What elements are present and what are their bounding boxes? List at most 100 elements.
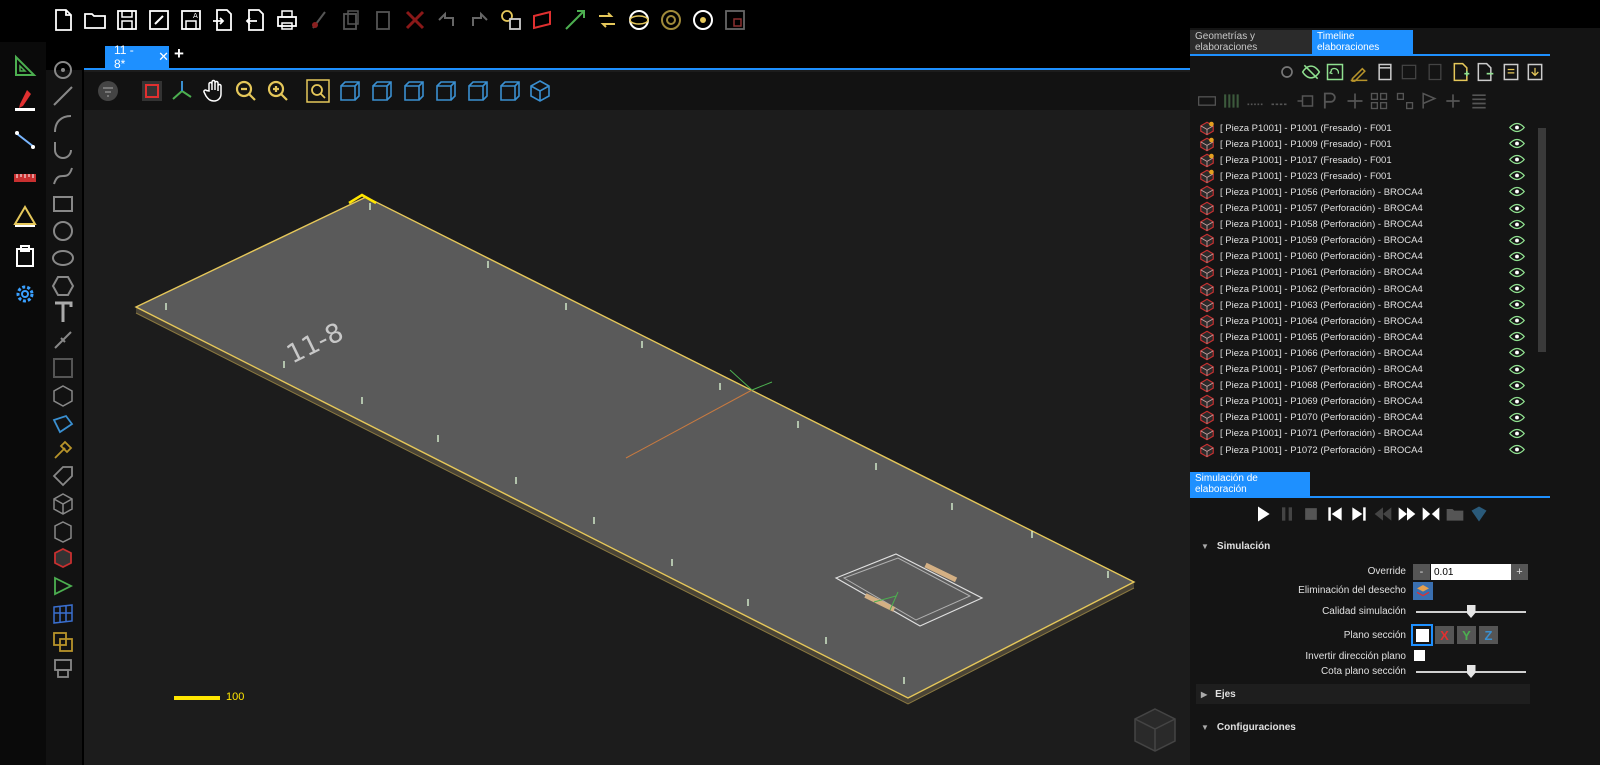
timeline-item[interactable]: [ Pieza P1001] - P1063 (Perforación) - B… — [1192, 297, 1532, 313]
fillet-icon[interactable] — [48, 326, 78, 354]
visibility-eye-icon[interactable] — [1508, 138, 1526, 152]
override-decrement[interactable]: - — [1413, 564, 1430, 580]
timeline-item[interactable]: [ Pieza P1001] - P1058 (Perforación) - B… — [1192, 217, 1532, 233]
step-forward-icon[interactable] — [1348, 503, 1370, 525]
draw-pen-icon[interactable] — [10, 86, 40, 114]
section-ejes[interactable]: ▶ Ejes — [1196, 684, 1530, 704]
dash-icon[interactable] — [1268, 90, 1290, 112]
timeline-item[interactable]: [ Pieza P1001] - P1072 (Perforación) - B… — [1192, 442, 1532, 458]
stack-icon[interactable] — [48, 518, 78, 546]
dots-icon[interactable] — [1244, 90, 1266, 112]
vector-icon[interactable] — [562, 7, 588, 33]
tag-icon[interactable] — [48, 462, 78, 490]
red-cube-icon[interactable] — [48, 544, 78, 572]
visibility-eye-icon[interactable] — [1508, 412, 1526, 426]
undo-icon[interactable] — [434, 7, 460, 33]
plano-z-button[interactable]: Z — [1479, 626, 1498, 644]
solid-icon[interactable] — [48, 382, 78, 410]
plano-x-button[interactable]: X — [1435, 626, 1454, 644]
3d-viewport[interactable]: 11-8 — [84, 70, 1190, 765]
override-input[interactable] — [1431, 564, 1511, 580]
document-tab[interactable]: 11 - 8* ✕ — [105, 43, 169, 71]
target-icon[interactable] — [658, 7, 684, 33]
download-page-icon[interactable] — [1524, 61, 1546, 83]
visibility-eye-icon[interactable] — [1508, 444, 1526, 458]
view-back-icon[interactable] — [368, 77, 396, 105]
view-iso-icon[interactable] — [526, 77, 554, 105]
stop-icon[interactable] — [1300, 503, 1322, 525]
section-configuraciones[interactable]: ▼ Configuraciones — [1196, 717, 1530, 737]
view-bottom-icon[interactable] — [496, 77, 524, 105]
pause-icon[interactable] — [1276, 503, 1298, 525]
simulation-header[interactable]: Simulación de elaboración — [1190, 472, 1310, 496]
window-icon[interactable] — [1374, 61, 1396, 83]
plus-small-icon[interactable] — [1442, 90, 1464, 112]
grid-shape-icon[interactable] — [1368, 90, 1390, 112]
folder-sim-icon[interactable] — [1444, 503, 1466, 525]
redo-icon[interactable] — [466, 7, 492, 33]
override-increment[interactable]: + — [1511, 564, 1528, 580]
simulation-scrollbar[interactable] — [1538, 538, 1546, 738]
list-icon[interactable] — [1468, 90, 1490, 112]
machine-icon[interactable] — [48, 654, 78, 682]
blank-page-icon[interactable] — [1424, 61, 1446, 83]
refresh-box-icon[interactable] — [1324, 61, 1346, 83]
visibility-eye-icon[interactable] — [1508, 428, 1526, 442]
square-icon[interactable] — [48, 354, 78, 382]
ruler-icon[interactable] — [10, 164, 40, 192]
timeline-item[interactable]: [ Pieza P1001] - P1060 (Perforación) - B… — [1192, 249, 1532, 265]
open-folder-icon[interactable] — [82, 7, 108, 33]
export-icon[interactable] — [242, 7, 268, 33]
layout-icon[interactable] — [722, 7, 748, 33]
timeline-item[interactable]: [ Pieza P1001] - P1009 (Fresado) - F001 — [1192, 136, 1532, 152]
invertir-checkbox[interactable] — [1414, 650, 1425, 661]
play-icon[interactable] — [1252, 503, 1274, 525]
timeline-item[interactable]: [ Pieza P1001] - P1066 (Perforación) - B… — [1192, 345, 1532, 361]
spline-icon[interactable] — [48, 162, 78, 190]
measure-icon[interactable] — [10, 52, 40, 80]
copy-icon[interactable] — [338, 7, 364, 33]
rewind-icon[interactable] — [1372, 503, 1394, 525]
view-left-icon[interactable] — [400, 77, 428, 105]
grid-icon[interactable] — [48, 600, 78, 628]
print-icon[interactable] — [274, 7, 300, 33]
light-icon[interactable] — [690, 7, 716, 33]
layers-icon[interactable] — [48, 628, 78, 656]
zoom-out-icon[interactable] — [232, 77, 260, 105]
close-tab-icon[interactable]: ✕ — [158, 49, 169, 65]
visibility-eye-icon[interactable] — [1508, 251, 1526, 265]
sphere-icon[interactable] — [626, 7, 652, 33]
clipboard-icon[interactable] — [10, 242, 40, 270]
timeline-item[interactable]: [ Pieza P1001] - P1062 (Perforación) - B… — [1192, 281, 1532, 297]
save-icon[interactable] — [114, 7, 140, 33]
timeline-item[interactable]: [ Pieza P1001] - P1001 (Fresado) - F001 — [1192, 120, 1532, 136]
view-filter-icon[interactable] — [94, 77, 122, 105]
timeline-item[interactable]: [ Pieza P1001] - P1023 (Fresado) - F001 — [1192, 168, 1532, 184]
visibility-eye-icon[interactable] — [1508, 396, 1526, 410]
rows-icon[interactable] — [1196, 90, 1218, 112]
play-box-icon[interactable] — [1398, 61, 1420, 83]
visibility-eye-icon[interactable] — [1508, 331, 1526, 345]
circle-icon[interactable] — [48, 217, 78, 245]
hide-eye-icon[interactable] — [1300, 61, 1322, 83]
line-tool-icon[interactable] — [10, 126, 40, 154]
save-as-icon[interactable]: A — [178, 7, 204, 33]
pan-hand-icon[interactable] — [200, 77, 228, 105]
tab-timeline[interactable]: Timeline elaboraciones — [1312, 30, 1413, 54]
step-back-icon[interactable] — [1324, 503, 1346, 525]
rectangle-icon[interactable] — [48, 190, 78, 218]
view-front-icon[interactable] — [336, 77, 364, 105]
p-icon[interactable] — [1318, 90, 1340, 112]
timeline-item[interactable]: [ Pieza P1001] - P1070 (Perforación) - B… — [1192, 410, 1532, 426]
edit-tool-icon[interactable] — [1348, 61, 1370, 83]
timeline-item[interactable]: [ Pieza P1001] - P1071 (Perforación) - B… — [1192, 426, 1532, 442]
timeline-item[interactable]: [ Pieza P1001] - P1059 (Perforación) - B… — [1192, 233, 1532, 249]
timeline-item[interactable]: [ Pieza P1001] - P1067 (Perforación) - B… — [1192, 362, 1532, 378]
columns-icon[interactable] — [1220, 90, 1242, 112]
view-cube-icon[interactable] — [1130, 705, 1180, 760]
shapes-icon[interactable] — [498, 7, 524, 33]
visibility-eye-icon[interactable] — [1508, 347, 1526, 361]
fast-forward-icon[interactable] — [1396, 503, 1418, 525]
plus-shape-icon[interactable] — [1344, 90, 1366, 112]
axes-icon[interactable] — [168, 77, 196, 105]
